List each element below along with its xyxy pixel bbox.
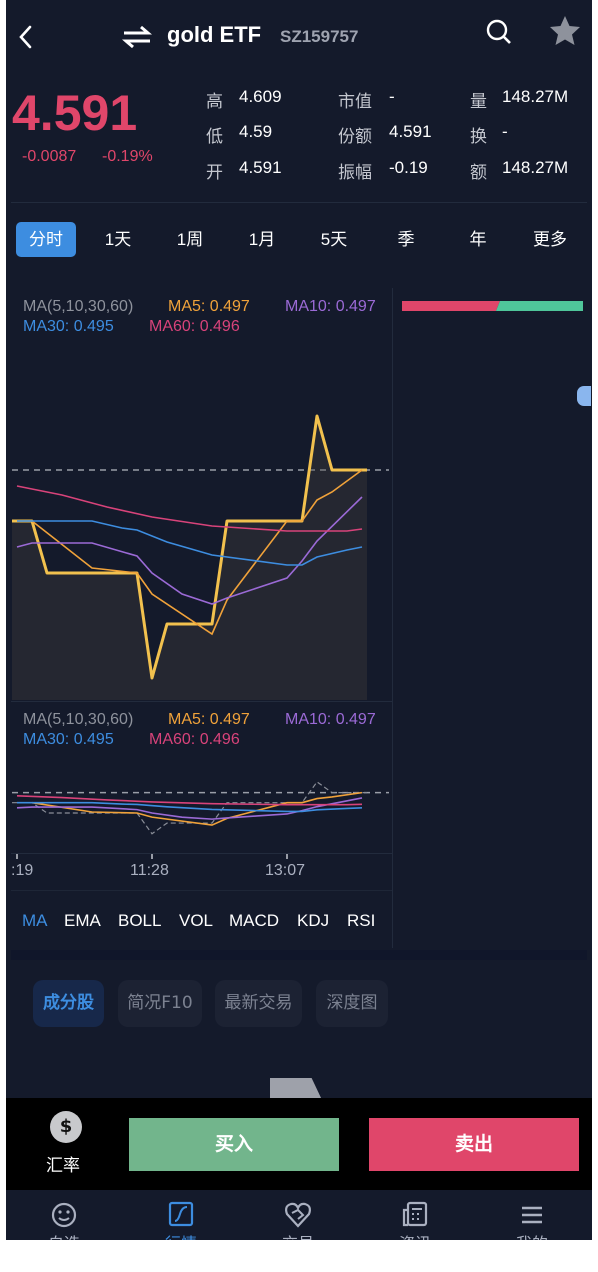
nav-label: 自选 [48, 1234, 80, 1240]
indicator-tab[interactable]: MA [22, 911, 48, 931]
period-tab[interactable]: 季 [376, 222, 436, 257]
nav-item-3[interactable]: 资讯 [375, 1200, 455, 1240]
divider [11, 853, 392, 854]
indicator-tab[interactable]: BOLL [118, 911, 161, 931]
stock-detail-screen: gold ETF SZ159757 4.591 -0.0087 -0.19% M… [6, 0, 592, 1240]
stat-value: 148.27M [502, 87, 569, 106]
info-tab[interactable]: 最新交易 [215, 980, 302, 1027]
intraday-chart[interactable] [6, 0, 592, 960]
period-tab[interactable]: 年 [448, 222, 508, 257]
stat-value: 4.609 [239, 87, 282, 106]
heart-hand-icon [285, 1202, 311, 1228]
stat-value: 148.27M [502, 158, 569, 177]
placeholder-image [270, 1078, 322, 1100]
divider [11, 701, 392, 702]
stat-label: 低 [206, 127, 223, 146]
chart-icon [168, 1201, 194, 1227]
stat-value: - [502, 122, 508, 141]
news-icon [402, 1201, 428, 1227]
ma60-value-lower: MA60: 0.496 [149, 731, 240, 748]
x-tick-label: 11:28 [130, 862, 169, 879]
stat-label: 开 [206, 163, 223, 182]
indicator-tab[interactable]: KDJ [297, 911, 329, 931]
menu-icon [522, 1206, 542, 1224]
stat-label: 换 [470, 127, 487, 146]
ma10-value-lower: MA10: 0.497 [285, 711, 376, 728]
stat-label: 份额 [338, 127, 372, 146]
stat-value: 4.591 [239, 158, 282, 177]
info-tab[interactable]: 深度图 [316, 980, 388, 1027]
nav-item-1[interactable]: 行情 [141, 1200, 221, 1240]
smiley-icon [51, 1202, 77, 1228]
fx-rate-label[interactable]: 汇率 [46, 1151, 80, 1176]
nav-item-4[interactable]: 我的 [492, 1200, 572, 1240]
nav-item-2[interactable]: 交易 [258, 1200, 338, 1240]
period-tab[interactable]: 1天 [88, 222, 148, 257]
sell-button[interactable]: 卖出 [369, 1118, 579, 1171]
indicator-tab[interactable]: EMA [64, 911, 101, 931]
stat-label: 量 [470, 92, 487, 111]
info-tab[interactable]: 简况F10 [118, 980, 202, 1027]
period-tab[interactable]: 更多 [520, 222, 580, 257]
nav-label: 我的 [516, 1234, 548, 1240]
stat-label: 振幅 [338, 163, 372, 182]
x-tick-label: :19 [11, 862, 34, 879]
x-tick-label: 13:07 [265, 862, 306, 879]
buy-button[interactable]: 买入 [129, 1118, 339, 1171]
ma-params-lower: MA(5,10,30,60) [23, 711, 134, 728]
nav-label: 资讯 [399, 1234, 431, 1240]
stat-value: -0.19 [389, 158, 428, 177]
indicator-tab[interactable]: MACD [229, 911, 279, 931]
info-tab[interactable]: 成分股 [33, 980, 104, 1027]
period-tab[interactable]: 分时 [16, 222, 76, 257]
period-tab[interactable]: 1周 [160, 222, 220, 257]
indicator-tab[interactable]: VOL [179, 911, 213, 931]
period-tab[interactable]: 1月 [232, 222, 292, 257]
nav-label: 行情 [165, 1234, 197, 1240]
nav-label: 交易 [282, 1234, 314, 1240]
ma5-value-lower: MA5: 0.497 [168, 711, 250, 728]
stat-value: - [389, 87, 395, 106]
divider [11, 890, 392, 891]
dollar-icon[interactable]: $ [50, 1111, 82, 1143]
section-separator [11, 950, 587, 960]
stat-label: 高 [206, 92, 223, 111]
stat-value: 4.591 [389, 122, 432, 141]
stat-label: 额 [470, 163, 487, 182]
ma30-value-lower: MA30: 0.495 [23, 731, 114, 748]
trade-action-bar: $ 汇率 买入 卖出 [6, 1098, 592, 1190]
period-tab[interactable]: 5天 [304, 222, 364, 257]
nav-item-0[interactable]: 自选 [24, 1200, 104, 1240]
stat-value: 4.59 [239, 122, 273, 141]
indicator-tab[interactable]: RSI [347, 911, 375, 931]
stat-label: 市值 [338, 92, 372, 111]
